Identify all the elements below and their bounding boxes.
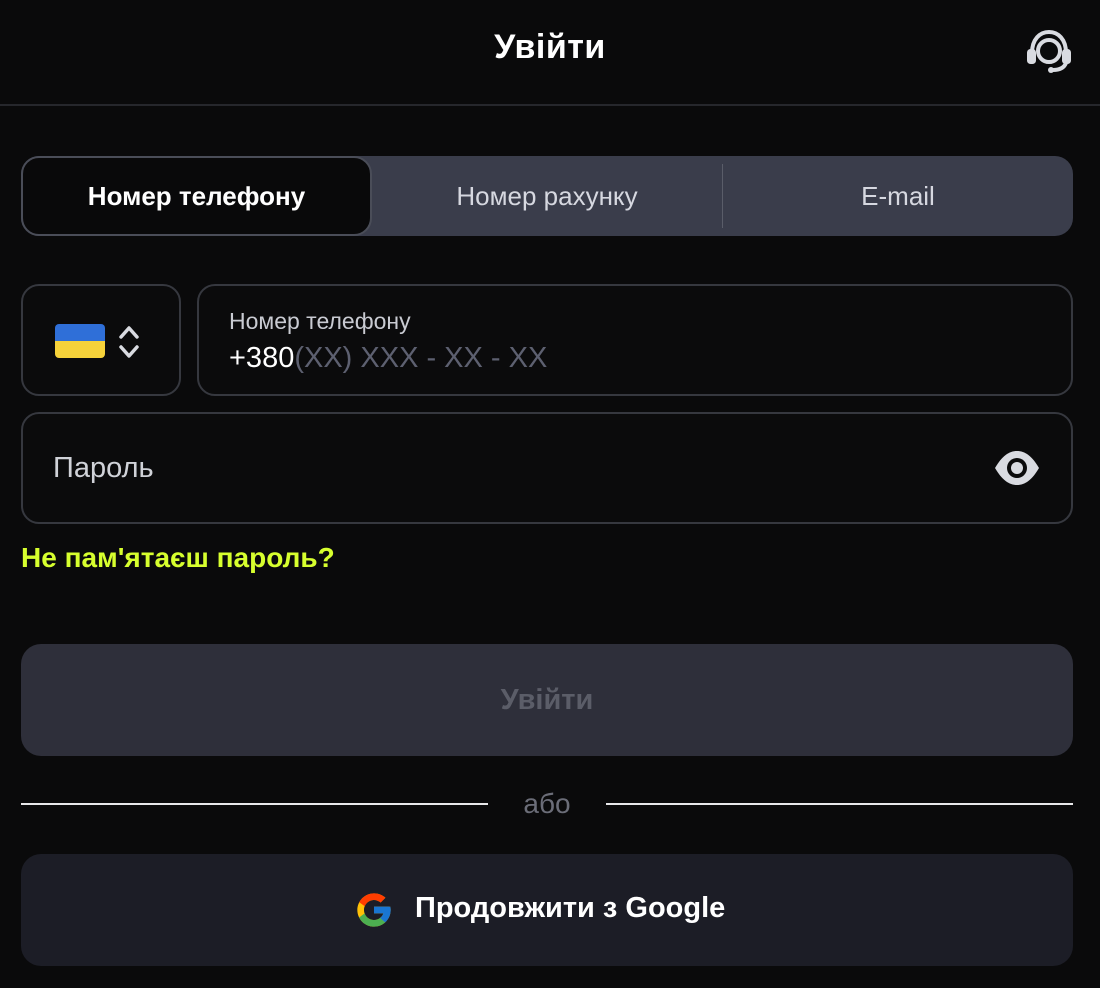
phone-prefix: +380 bbox=[229, 342, 295, 374]
chevron-up-down-icon bbox=[119, 326, 139, 358]
phone-number-value: +380(XX) XXX - XX - XX bbox=[229, 342, 547, 375]
login-method-tabs: Номер телефону Номер рахунку E-mail bbox=[21, 156, 1073, 236]
support-button[interactable] bbox=[1024, 26, 1074, 74]
google-button-label: Продовжити з Google bbox=[415, 892, 726, 924]
page-title: Увійти bbox=[494, 28, 606, 66]
password-placeholder: Пароль bbox=[53, 452, 154, 484]
separator-line-right bbox=[606, 803, 1073, 805]
header: Увійти bbox=[0, 0, 1100, 106]
country-code-select[interactable] bbox=[21, 284, 181, 396]
continue-with-google-button[interactable]: Продовжити з Google bbox=[21, 854, 1073, 966]
tab-phone-number[interactable]: Номер телефону bbox=[21, 156, 372, 236]
tab-account-number[interactable]: Номер рахунку bbox=[372, 156, 722, 236]
eye-icon[interactable] bbox=[993, 446, 1041, 490]
separator-text: або bbox=[523, 788, 571, 819]
phone-mask-placeholder: (XX) XXX - XX - XX bbox=[294, 342, 548, 374]
password-input[interactable]: Пароль bbox=[21, 412, 1073, 524]
tab-email[interactable]: E-mail bbox=[723, 156, 1073, 236]
phone-number-label: Номер телефону bbox=[229, 308, 411, 334]
headset-support-icon bbox=[1027, 29, 1071, 73]
google-icon bbox=[357, 893, 391, 927]
separator-line-left bbox=[21, 803, 488, 805]
forgot-password-link[interactable]: Не пам'ятаєш пароль? bbox=[21, 542, 335, 574]
ukraine-flag-icon bbox=[55, 324, 105, 358]
phone-number-input[interactable]: Номер телефону +380(XX) XXX - XX - XX bbox=[197, 284, 1073, 396]
login-button[interactable]: Увійти bbox=[21, 644, 1073, 756]
